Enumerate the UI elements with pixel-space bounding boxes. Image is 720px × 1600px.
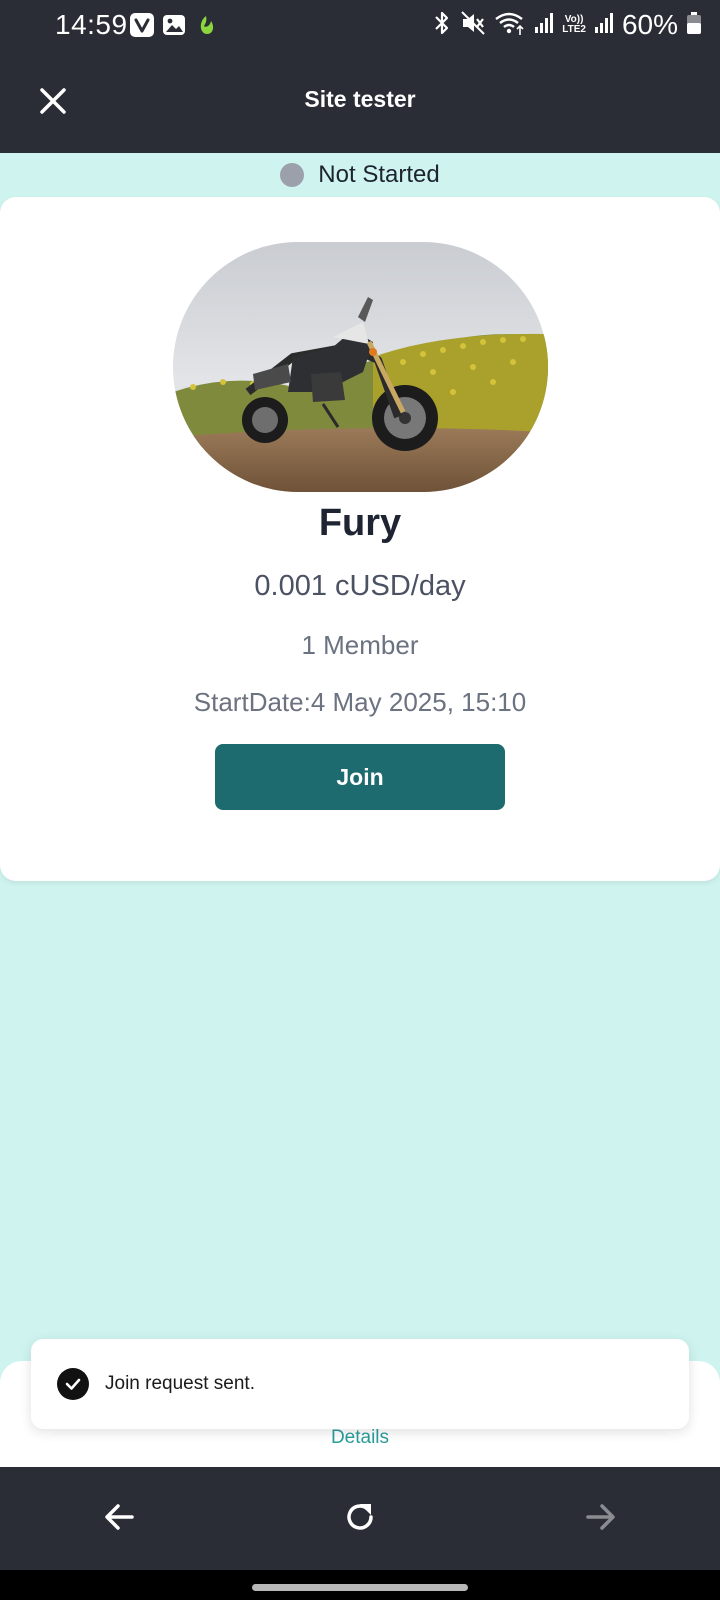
back-button[interactable] xyxy=(96,1495,144,1543)
group-image xyxy=(173,242,548,492)
page-title: Site tester xyxy=(304,86,416,112)
check-circle-icon xyxy=(57,1368,89,1400)
battery-icon xyxy=(686,11,702,40)
group-name: Fury xyxy=(318,502,402,544)
mute-icon xyxy=(460,10,486,41)
reload-button[interactable] xyxy=(336,1495,384,1543)
browser-nav-bar xyxy=(0,1467,720,1570)
status-label: Not Started xyxy=(318,161,440,188)
app-bar: Site tester xyxy=(0,52,720,153)
group-status: Not Started xyxy=(0,153,720,197)
app-leaf-icon xyxy=(194,13,218,42)
group-price: 0.001 cUSD/day xyxy=(254,570,466,602)
status-time: 14:59 xyxy=(55,9,128,40)
toast-message: Join request sent. xyxy=(105,1373,255,1394)
main-content: Not Started Fury 0.001 cUSD/day 1 Member… xyxy=(0,153,720,1467)
home-indicator[interactable] xyxy=(252,1584,468,1591)
status-dot xyxy=(280,163,305,187)
volte-lte2-icon: Vo)) LTE2 xyxy=(562,15,586,35)
vivaldi-icon xyxy=(130,13,154,42)
group-card: Fury 0.001 cUSD/day 1 Member StartDate:4… xyxy=(0,197,720,881)
forward-button[interactable] xyxy=(576,1495,624,1543)
motorcycle-photo xyxy=(173,242,548,492)
member-count: 1 Member xyxy=(301,630,419,660)
wifi-icon xyxy=(494,10,526,41)
bluetooth-icon xyxy=(432,10,452,41)
reload-icon xyxy=(341,1498,379,1541)
toast: Join request sent. xyxy=(31,1339,689,1429)
signal-icon xyxy=(594,11,614,40)
details-link[interactable]: Details xyxy=(0,1427,720,1449)
gesture-bar xyxy=(0,1570,720,1600)
arrow-right-icon xyxy=(582,1499,618,1540)
status-right-icons: Vo)) LTE2 60% xyxy=(432,9,702,41)
start-date: StartDate:4 May 2025, 15:10 xyxy=(193,687,527,717)
status-bar: 14:59 Vo)) LTE2 60% xyxy=(0,0,720,52)
status-app-icons xyxy=(130,13,218,42)
join-button[interactable]: Join xyxy=(215,744,505,810)
arrow-left-icon xyxy=(102,1499,138,1540)
lte-label: LTE2 xyxy=(562,24,586,35)
signal-icon xyxy=(534,11,554,40)
gallery-icon xyxy=(162,13,186,42)
battery-percent: 60% xyxy=(621,9,678,40)
